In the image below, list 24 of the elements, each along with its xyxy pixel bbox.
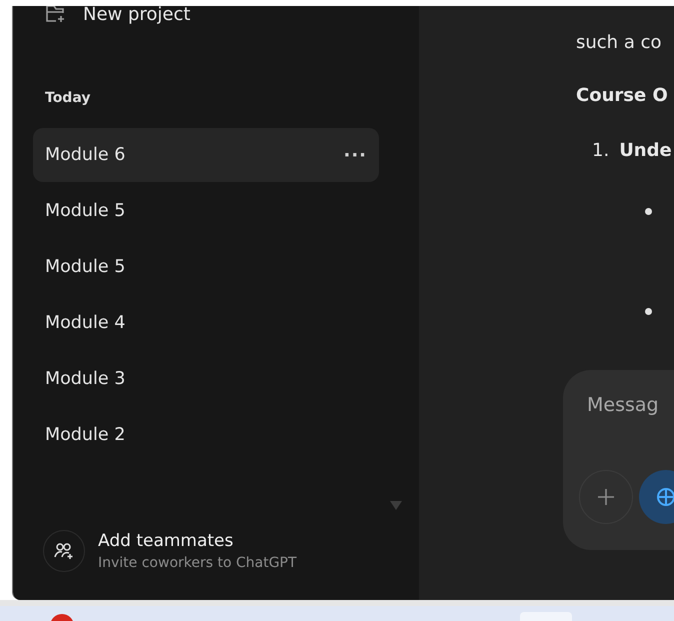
chat-item[interactable]: Module 2 [33, 408, 379, 462]
message-field[interactable]: Messag [587, 394, 674, 416]
chat-item[interactable]: Module 4 [33, 296, 379, 350]
teammates-icon-button[interactable] [43, 530, 85, 572]
add-teammates-link[interactable]: Add teammates [98, 531, 297, 551]
teammates-subtitle: Invite coworkers to ChatGPT [98, 555, 297, 571]
chat-item[interactable]: Module 5 [33, 184, 379, 238]
folder-plus-icon [45, 6, 67, 24]
list-number: 1. [592, 140, 610, 161]
more-options-button[interactable]: ··· [343, 144, 367, 166]
chat-item[interactable]: Module 5 [33, 240, 379, 294]
people-plus-icon [54, 542, 74, 560]
add-button[interactable] [579, 470, 633, 524]
chat-item[interactable]: Module 6 ··· [33, 128, 379, 182]
section-heading: Course O [576, 85, 669, 106]
bullet-icon [645, 308, 652, 315]
section-heading: Today [45, 90, 92, 108]
bullet-icon [645, 208, 652, 215]
list-item: Unde [619, 140, 672, 161]
globe-icon [656, 487, 674, 507]
chat-item[interactable]: Module 3 [33, 352, 379, 406]
plus-icon [597, 488, 615, 506]
new-project-button[interactable]: New project [45, 6, 379, 26]
paragraph: such a co [576, 32, 662, 53]
